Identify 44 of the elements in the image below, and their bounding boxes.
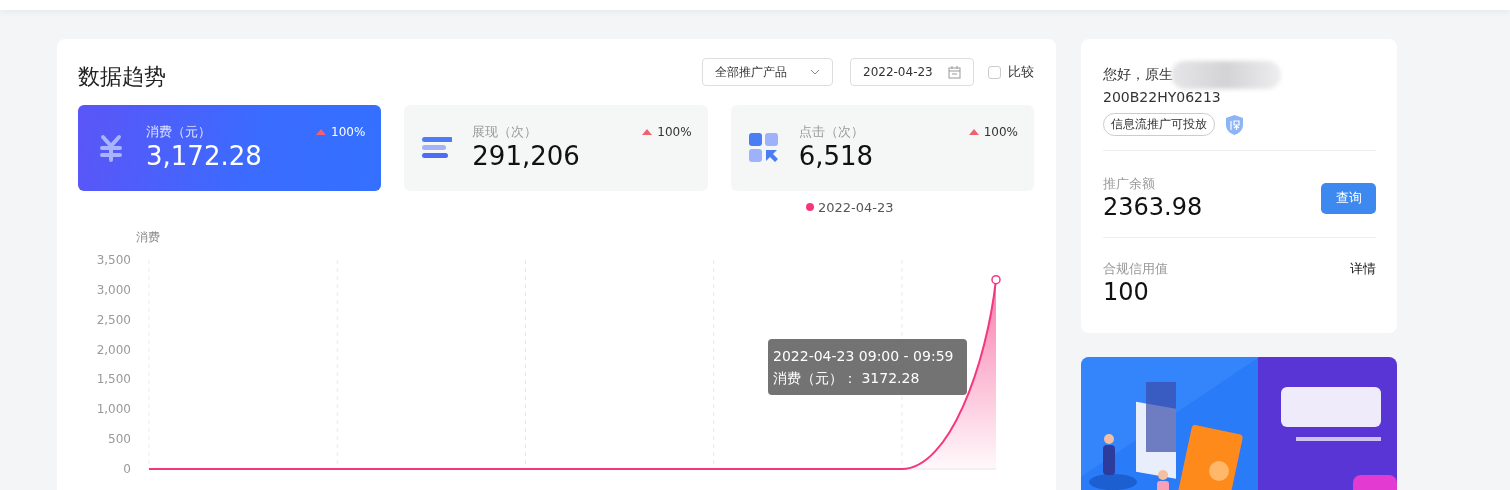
chevron-down-icon xyxy=(810,69,820,75)
metric-change: 100% xyxy=(316,125,366,139)
credit-label: 合规信用值 xyxy=(1103,260,1168,278)
axis-tick-label: 1,500 xyxy=(96,372,131,387)
date-picker[interactable]: 2022-04-23 xyxy=(850,58,974,86)
legend-label[interactable]: 2022-04-23 xyxy=(818,200,894,215)
metric-value: 3,172.28 xyxy=(146,141,262,171)
details-link[interactable]: 详情 xyxy=(1350,260,1376,278)
balance-value: 2363.98 xyxy=(1103,193,1203,221)
metric-label: 展现（次） xyxy=(472,123,538,141)
axis-tick-label: 2,500 xyxy=(96,312,131,327)
tooltip-value: 消费（元）： 3172.28 xyxy=(773,369,921,388)
metric-label: 点击（次） xyxy=(798,123,864,141)
metric-value: 6,518 xyxy=(798,141,874,171)
credit-value: 100 xyxy=(1103,278,1149,306)
compare-label[interactable]: 比较 xyxy=(1008,63,1034,81)
metric-card[interactable]: 展现（次） 291,206 100% xyxy=(404,105,708,191)
axis-tick-label: 1,000 xyxy=(96,402,131,417)
metric-change: 100% xyxy=(968,125,1018,139)
axis-tick-label: 2,000 xyxy=(96,342,131,357)
balance-label: 推广余额 xyxy=(1103,175,1155,193)
axis-tick-label: 0 xyxy=(123,462,131,476)
shield-icon xyxy=(1226,114,1243,135)
up-triangle-icon xyxy=(642,129,653,135)
axis-title: 消费 xyxy=(136,230,160,244)
section-title: 数据趋势 xyxy=(78,63,167,91)
metric-card[interactable]: 消费（元） 3,172.28 100% xyxy=(78,105,382,191)
calendar-icon xyxy=(948,65,961,79)
axis-tick-label: 3,000 xyxy=(96,282,131,297)
up-triangle-icon xyxy=(316,129,326,135)
tooltip-title: 2022-04-23 09:00 - 09:59 xyxy=(773,347,955,366)
axis-tick-label: 3,500 xyxy=(96,253,131,267)
product-select[interactable]: 全部推广产品 xyxy=(702,58,833,86)
data-point xyxy=(991,274,1001,285)
metric-change: 100% xyxy=(642,125,692,139)
greeting: 您好，原生 xyxy=(1103,66,1173,84)
axis-tick-label: 500 xyxy=(108,432,131,447)
up-triangle-icon xyxy=(968,129,979,135)
metric-value: 291,206 xyxy=(472,141,580,171)
grid-cursor-icon xyxy=(748,133,779,163)
compare-checkbox[interactable] xyxy=(988,65,1001,79)
metric-label: 消费（元） xyxy=(146,123,211,141)
metric-card[interactable]: 点击（次） 6,518 100% xyxy=(730,105,1034,191)
account-id: 200B22HY06213 xyxy=(1103,89,1222,105)
